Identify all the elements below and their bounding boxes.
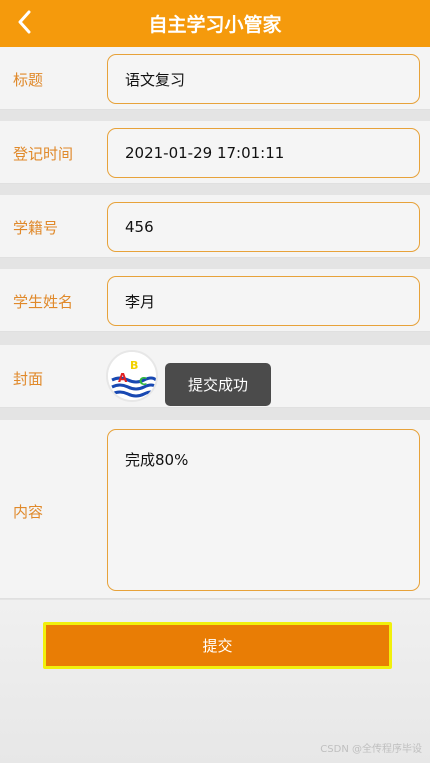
form-row-title: 标题 语文复习 xyxy=(0,47,430,110)
form-row-student-name: 学生姓名 李月 xyxy=(0,269,430,332)
student-id-field[interactable]: 456 xyxy=(107,202,420,252)
form-row-content: 内容 完成80% xyxy=(0,420,430,599)
toast-message: 提交成功 xyxy=(165,363,271,406)
content-label: 内容 xyxy=(13,503,44,521)
chevron-left-icon xyxy=(18,10,31,34)
student-name-field[interactable]: 李月 xyxy=(107,276,420,326)
form-row-student-id: 学籍号 456 xyxy=(0,195,430,258)
svg-text:A: A xyxy=(118,371,128,385)
cover-image[interactable]: A B C xyxy=(106,350,158,402)
form-row-register-time: 登记时间 2021-01-29 17:01:11 xyxy=(0,121,430,184)
register-time-label: 登记时间 xyxy=(13,145,74,163)
submit-button[interactable]: 提交 xyxy=(43,622,392,669)
register-time-field[interactable]: 2021-01-29 17:01:11 xyxy=(107,128,420,178)
abc-cover-icon: A B C xyxy=(108,352,156,400)
student-id-label: 学籍号 xyxy=(13,219,59,237)
title-field[interactable]: 语文复习 xyxy=(107,54,420,104)
page-title: 自主学习小管家 xyxy=(148,14,282,36)
content-textarea[interactable]: 完成80% xyxy=(107,429,420,591)
cover-label: 封面 xyxy=(13,370,44,388)
title-label: 标题 xyxy=(13,71,44,89)
svg-text:C: C xyxy=(139,375,147,388)
back-button[interactable] xyxy=(10,6,38,38)
student-name-label: 学生姓名 xyxy=(13,293,74,311)
watermark: CSDN @全传程序毕设 xyxy=(320,744,422,755)
app-header: 自主学习小管家 xyxy=(0,0,430,47)
svg-text:B: B xyxy=(130,359,138,372)
